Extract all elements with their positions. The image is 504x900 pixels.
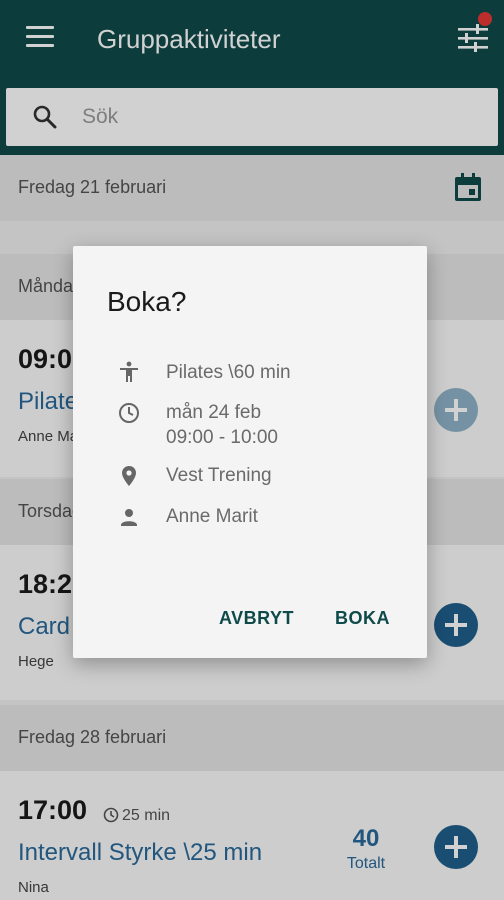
person-activity-icon	[120, 361, 138, 382]
book-button[interactable]: BOKA	[335, 608, 390, 629]
booking-dialog: Boka? Pilates \60 min mån 24 feb 09:00 -…	[73, 246, 427, 658]
dialog-date: mån 24 feb	[166, 402, 262, 423]
dialog-activity: Pilates \60 min	[166, 362, 291, 383]
person-icon	[121, 509, 137, 526]
clock-icon	[119, 403, 139, 423]
cancel-button[interactable]: AVBRYT	[219, 608, 294, 629]
dialog-location: Vest Trening	[166, 465, 272, 486]
dialog-time-range: 09:00 - 10:00	[166, 427, 278, 448]
dialog-title: Boka?	[107, 286, 187, 317]
dialog-instructor: Anne Marit	[166, 506, 258, 527]
location-pin-icon	[122, 466, 136, 486]
